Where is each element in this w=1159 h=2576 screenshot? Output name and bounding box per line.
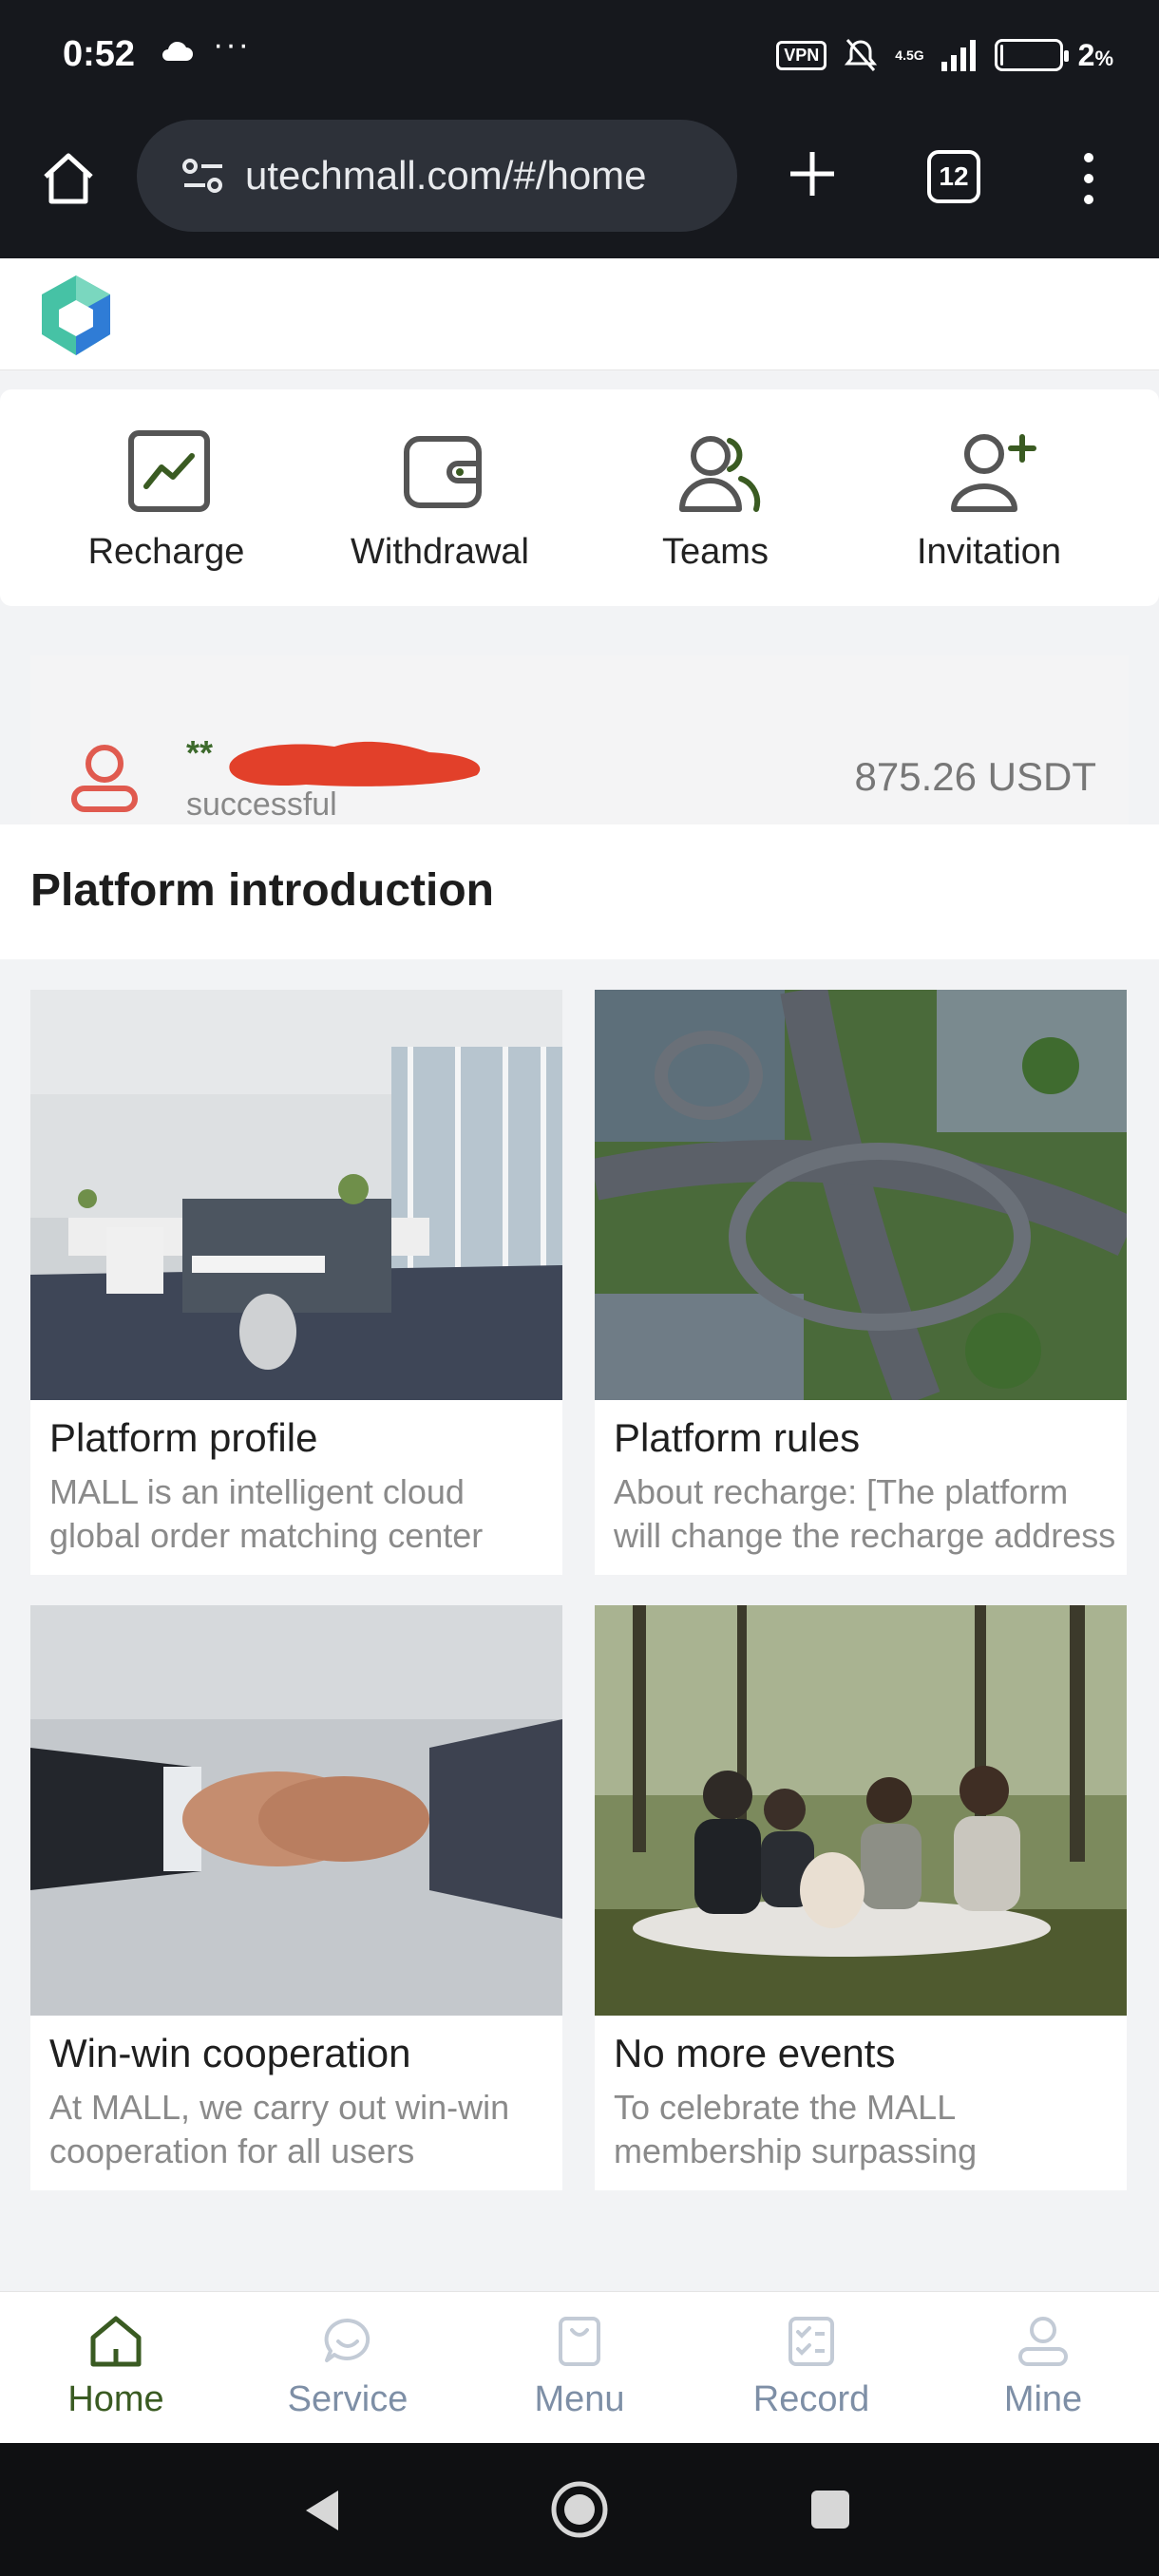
tab-mine[interactable]: Mine: [927, 2292, 1159, 2444]
quick-action-label: Teams: [662, 532, 769, 572]
tab-label: Service: [287, 2379, 408, 2419]
site-header: [0, 258, 1159, 370]
signal-icon: [940, 40, 976, 71]
account-name: **: [186, 733, 214, 772]
intro-card-grid: Platform profile MALL is an intelligent …: [0, 959, 1159, 2190]
home-button-icon[interactable]: [549, 2479, 610, 2540]
back-icon[interactable]: [300, 2487, 348, 2534]
browser-menu-icon[interactable]: [1077, 148, 1100, 209]
site-settings-icon[interactable]: [180, 157, 226, 195]
browser-toolbar: utechmall.com/#/home 12: [0, 112, 1159, 258]
new-tab-icon[interactable]: [779, 141, 846, 207]
tab-label: Mine: [1003, 2379, 1083, 2419]
section-title: Platform introduction: [30, 865, 494, 916]
checklist-icon: [788, 2317, 834, 2366]
tab-home[interactable]: Home: [0, 2292, 232, 2444]
account-summary-card: ** successful 875.26 USDT: [30, 655, 1129, 842]
user-icon: [71, 745, 138, 812]
intro-card-win-win[interactable]: Win-win cooperation At MALL, we carry ou…: [30, 1605, 562, 2190]
quick-action-teams[interactable]: Teams: [578, 389, 853, 606]
status-more-dots: ···: [213, 27, 251, 63]
status-bar: 0:52 ··· VPN 4.5G 2%: [0, 0, 1159, 112]
cloud-icon: [162, 41, 193, 61]
users-icon: [679, 436, 761, 512]
site-logo[interactable]: [36, 272, 116, 359]
account-balance: 875.26 USDT: [854, 754, 1096, 799]
picnic-photo: [595, 1605, 1127, 2016]
chat-icon: [324, 2318, 370, 2362]
office-photo: [30, 990, 562, 1400]
bottom-tab-bar: Home Service Menu Record Mine: [0, 2291, 1159, 2443]
quick-actions: Recharge Withdrawal Teams Invitation: [0, 389, 1159, 606]
handshake-photo: [30, 1605, 562, 2016]
address-bar[interactable]: utechmall.com/#/home: [137, 120, 737, 232]
status-right-group: VPN 4.5G 2%: [776, 32, 1113, 78]
bag-icon: [559, 2317, 600, 2366]
tab-label: Home: [67, 2379, 164, 2419]
user-icon: [1018, 2317, 1068, 2366]
intro-card-events[interactable]: No more events To celebrate the MALL mem…: [595, 1605, 1127, 2190]
card-title: Platform profile: [49, 1415, 318, 1460]
status-time: 0:52: [63, 34, 136, 74]
tab-record[interactable]: Record: [695, 2292, 927, 2444]
redaction-mark: [229, 741, 481, 786]
home-icon: [90, 2316, 142, 2367]
intro-card-platform-profile[interactable]: Platform profile MALL is an intelligent …: [30, 990, 562, 1575]
highway-aerial-photo: [595, 990, 1127, 1400]
battery-percent: 2%: [1077, 37, 1113, 72]
card-description: At MALL, we carry out win-win cooperatio…: [49, 2088, 510, 2170]
tab-switcher-button[interactable]: 12: [927, 150, 980, 203]
url-text: utechmall.com/#/home: [245, 153, 647, 198]
quick-action-label: Invitation: [916, 532, 1062, 572]
tab-label: Record: [752, 2379, 870, 2419]
bell-muted-icon: [845, 39, 878, 71]
network-type: 4.5G: [895, 47, 924, 63]
wallet-icon: [404, 436, 482, 508]
system-nav-bar: [0, 2443, 1159, 2576]
web-page: Recharge Withdrawal Teams Invitation ** …: [0, 258, 1159, 2291]
tab-menu[interactable]: Menu: [464, 2292, 695, 2444]
card-description: MALL is an intelligent cloud global orde…: [49, 1472, 484, 1555]
card-title: Win-win cooperation: [49, 2031, 411, 2075]
card-title: No more events: [614, 2031, 896, 2075]
platform-intro-header: Platform introduction: [0, 824, 1159, 959]
card-description: About recharge: [The platform will chang…: [614, 1472, 1116, 1555]
quick-action-label: Recharge: [87, 532, 245, 572]
battery-fill: [999, 45, 1003, 66]
quick-action-withdrawal[interactable]: Withdrawal: [302, 389, 578, 606]
chart-line-icon: [128, 430, 210, 512]
quick-action-recharge[interactable]: Recharge: [28, 389, 304, 606]
intro-card-platform-rules[interactable]: Platform rules About recharge: [The plat…: [595, 990, 1127, 1575]
quick-action-label: Withdrawal: [351, 532, 529, 572]
user-plus-icon: [951, 434, 1036, 512]
quick-action-invitation[interactable]: Invitation: [851, 389, 1127, 606]
tab-service[interactable]: Service: [232, 2292, 464, 2444]
browser-home-icon[interactable]: [38, 148, 99, 209]
recent-apps-icon[interactable]: [809, 2489, 851, 2530]
card-title: Platform rules: [614, 1415, 861, 1460]
tab-label: Menu: [534, 2379, 625, 2419]
vpn-badge: VPN: [776, 40, 827, 70]
battery-icon: [994, 39, 1069, 71]
card-description: To celebrate the MALL membership surpass…: [614, 2088, 978, 2170]
account-status: successful: [186, 786, 337, 823]
